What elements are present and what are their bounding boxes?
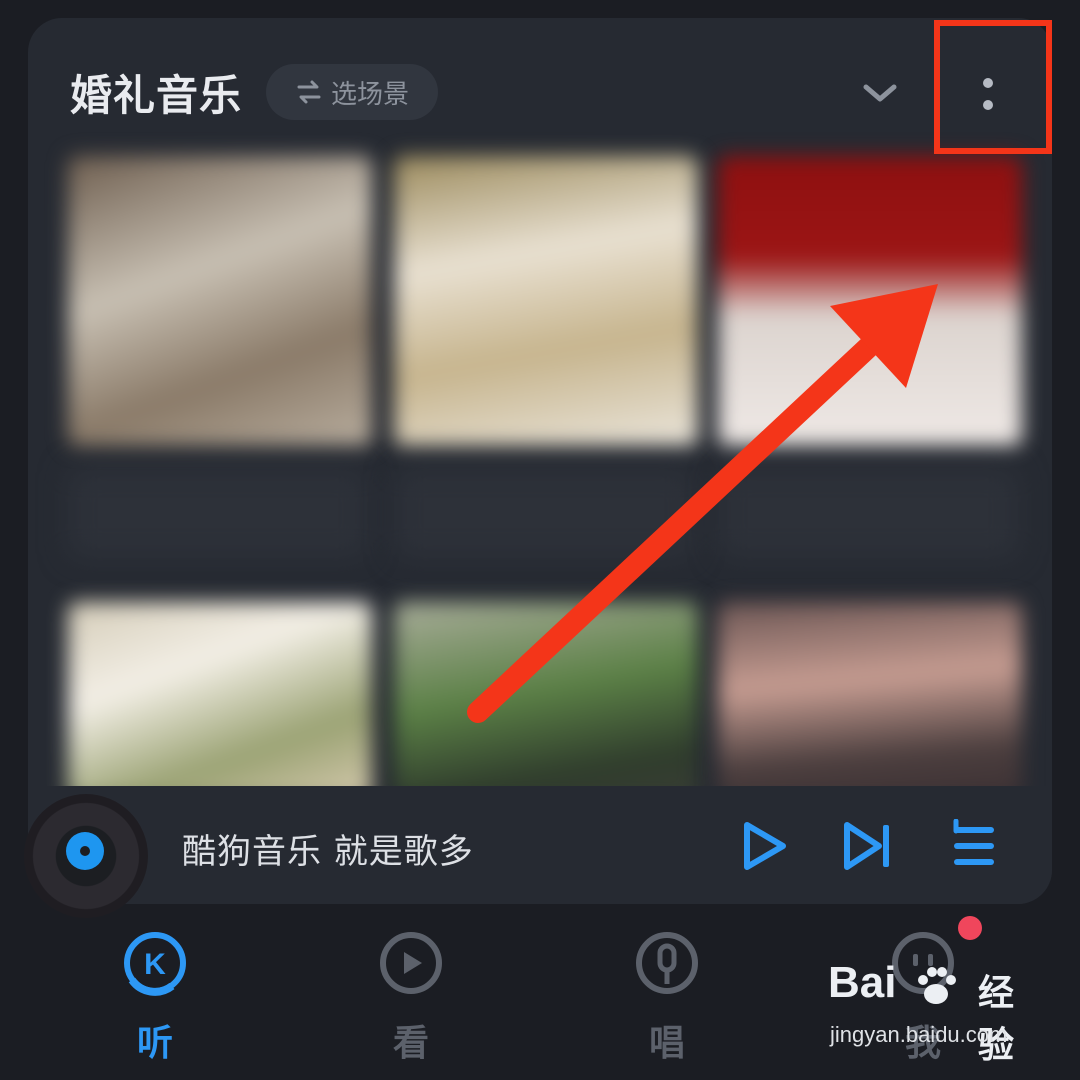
mini-player[interactable]: 酷狗音乐 就是歌多: [24, 786, 1052, 918]
chevron-down-icon: [863, 84, 897, 102]
album-disc[interactable]: [24, 794, 148, 918]
microphone-icon: [636, 932, 698, 994]
disc-center-icon: [66, 832, 104, 870]
playlist-caption: [718, 468, 1018, 558]
select-scene-label: 选场景: [330, 79, 409, 110]
baidu-paw-icon: [918, 967, 956, 1004]
now-playing-text: 酷狗音乐 就是歌多: [182, 832, 474, 872]
watermark-url: jingyan.baidu.com: [830, 1022, 1008, 1047]
section-title: 婚礼音乐: [70, 71, 243, 120]
skip-next-icon: [844, 822, 889, 870]
notification-badge: [958, 916, 982, 940]
playlist-cover[interactable]: [718, 156, 1022, 446]
annotation-highlight-box: [934, 20, 1052, 154]
tab-listen[interactable]: K 听: [100, 928, 210, 1068]
play-button[interactable]: [734, 816, 794, 876]
tab-sing[interactable]: 唱: [612, 928, 722, 1068]
tab-sing-label: 唱: [648, 1023, 685, 1064]
tab-watch-label: 看: [392, 1023, 429, 1064]
play-icon: [744, 822, 786, 870]
next-button[interactable]: [838, 816, 898, 876]
watermark-logo-right: 经验: [978, 973, 1015, 1066]
playlist-caption: [394, 468, 694, 558]
wedding-music-card: 婚礼音乐 选场景: [28, 18, 1052, 904]
svg-text:K: K: [144, 948, 166, 981]
playlist-cover[interactable]: [394, 602, 698, 802]
playlist-icon: [953, 819, 994, 865]
select-scene-button[interactable]: 选场景: [266, 64, 438, 120]
tab-listen-label: 听: [136, 1023, 173, 1064]
watermark-logo-left: Bai: [828, 958, 897, 1007]
playlist-cover[interactable]: [68, 602, 372, 802]
swap-arrows-icon: [297, 80, 321, 104]
video-play-icon: [380, 932, 442, 994]
playlist-grid: [68, 156, 1032, 818]
baidu-jingyan-watermark: Bai 经验 jingyan.baidu.com: [828, 958, 1048, 1068]
playlist-cover[interactable]: [394, 156, 698, 446]
playlist-cover[interactable]: [718, 602, 1022, 802]
tab-watch[interactable]: 看: [356, 928, 466, 1068]
collapse-button[interactable]: [854, 70, 906, 116]
playlist-cover[interactable]: [68, 156, 372, 446]
playlist-button[interactable]: [944, 816, 1004, 876]
playlist-caption: [68, 468, 368, 558]
kugou-logo-icon: K: [124, 932, 186, 996]
